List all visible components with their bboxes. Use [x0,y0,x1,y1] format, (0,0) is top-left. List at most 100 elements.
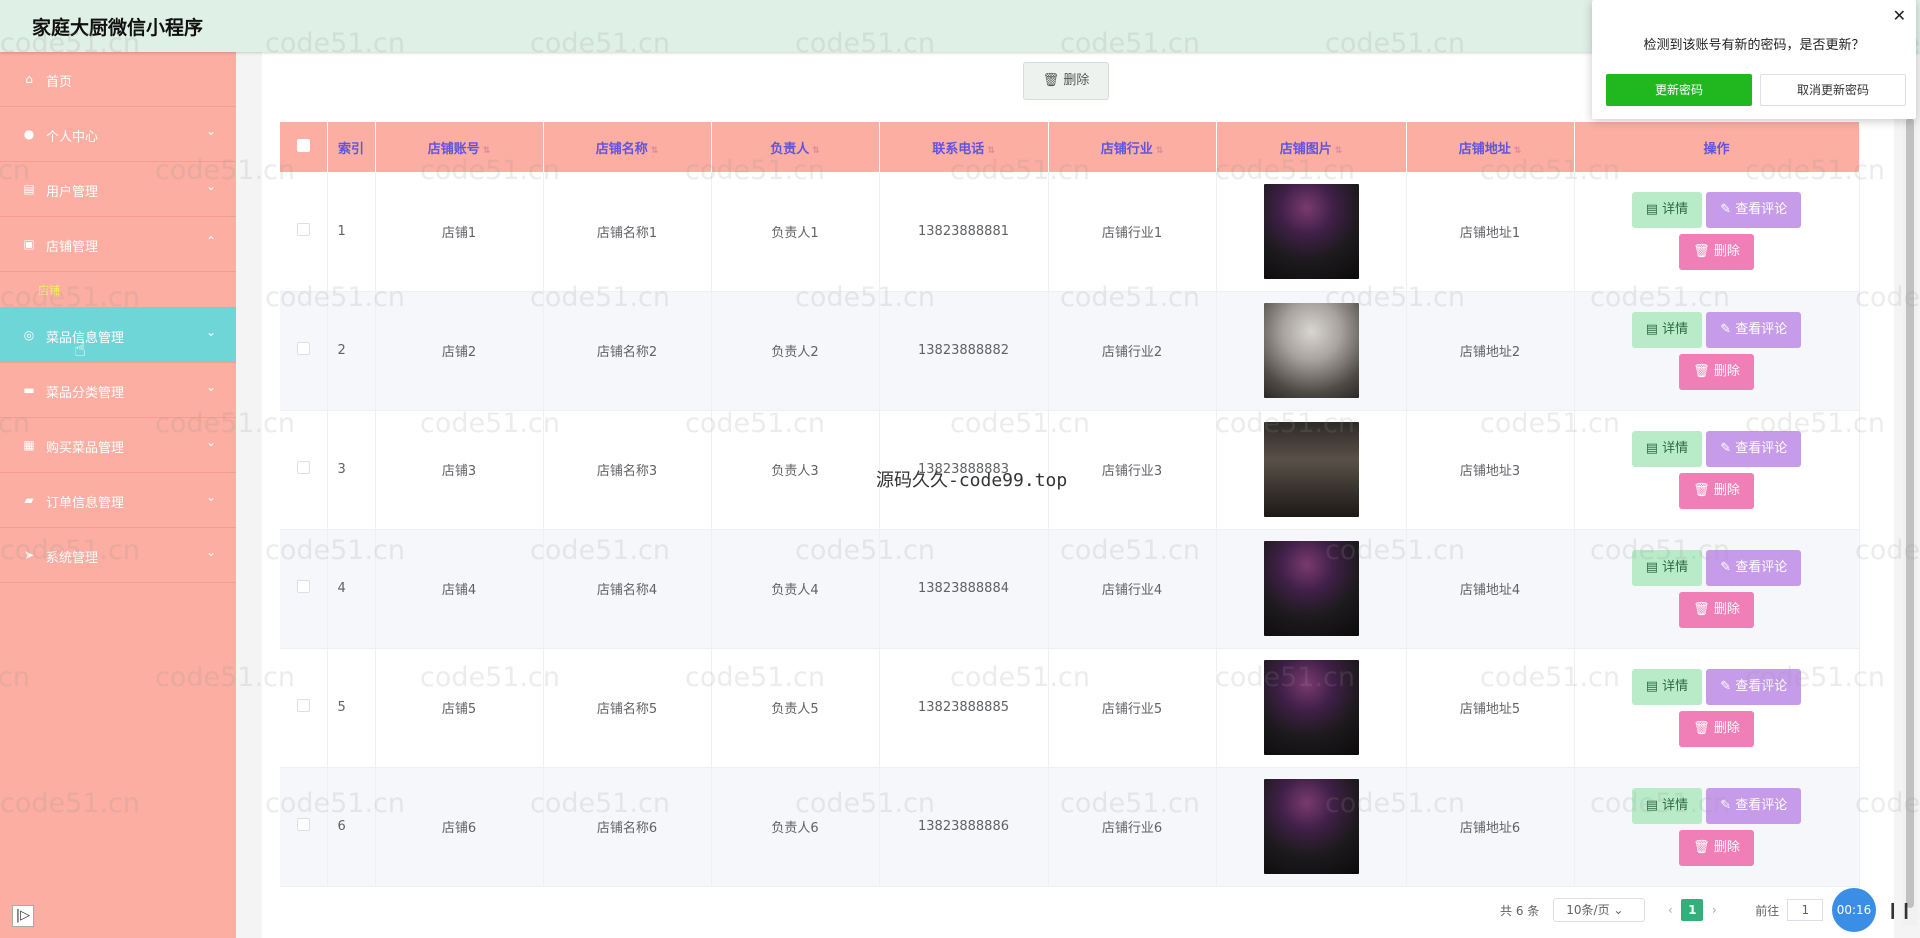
address-cell: 店铺地址6 [1406,767,1575,887]
row-checkbox[interactable] [280,767,328,887]
column-header[interactable]: 联系电话 ⇅ [879,122,1049,172]
store-image[interactable] [1263,422,1359,517]
image-cell [1216,767,1407,887]
store-image[interactable] [1263,660,1359,755]
sidebar-item-dish-info[interactable]: ◎ 菜品信息管理 ⌄ [0,308,236,363]
delete-button[interactable]: 🗑 删除 [1679,353,1754,390]
sidebar-item-dish-category[interactable]: ▬ 菜品分类管理 ⌄ [0,363,236,418]
industry-cell: 店铺行业1 [1048,172,1217,292]
view-review-button[interactable]: ✎ 查看评论 [1706,192,1802,229]
actions-cell: ▤ 详情 ✎ 查看评论 🗑 删除 [1574,648,1860,768]
sidebar-item-label: 系统管理 [46,551,99,566]
column-header[interactable]: 店铺账号 ⇅ [375,122,544,172]
column-header[interactable]: 店铺地址 ⇅ [1406,122,1575,172]
close-icon[interactable]: ✕ [1893,6,1906,25]
detail-button[interactable]: ▤ 详情 [1631,192,1703,229]
address-cell: 店铺地址2 [1406,291,1575,411]
sidebar-item-store-management[interactable]: ▣ 店铺管理 ⌃ [0,217,236,272]
page-size-select[interactable]: 10条/页 ⌄ [1553,898,1646,922]
vertical-scrollbar[interactable] [1903,118,1917,926]
phone-cell: 13823888882 [879,291,1049,411]
name-cell: 店铺名称6 [543,767,712,887]
delete-button[interactable]: 🗑 删除 [1679,710,1754,747]
manager-cell: 负责人2 [711,291,880,411]
detail-button[interactable]: ▤ 详情 [1631,668,1703,705]
address-cell: 店铺地址3 [1406,410,1575,530]
prev-page-button[interactable]: ‹ [1659,899,1681,921]
account-cell: 店铺5 [375,648,544,768]
page-number-button[interactable]: 1 [1681,899,1704,921]
select-all-checkbox[interactable] [280,122,328,172]
home-icon: ⌂ [25,72,33,86]
detail-button[interactable]: ▤ 详情 [1631,787,1703,824]
store-image[interactable] [1263,779,1359,874]
detail-button[interactable]: ▤ 详情 [1631,549,1703,586]
delete-button[interactable]: 🗑 删除 [1679,829,1754,866]
image-cell [1216,172,1407,292]
row-checkbox[interactable] [280,291,328,411]
view-review-button[interactable]: ✎ 查看评论 [1706,787,1802,824]
sort-icon: ⇅ [1334,145,1343,156]
user-icon: ● [23,127,35,141]
next-page-button[interactable]: › [1703,899,1725,921]
sidebar-item-personal-center[interactable]: ● 个人中心 ⌄ [0,107,236,162]
image-cell [1216,529,1407,649]
detail-button[interactable]: ▤ 详情 [1631,311,1703,348]
store-image[interactable] [1263,183,1359,279]
row-checkbox[interactable] [280,529,328,649]
delete-button[interactable]: 🗑 删除 [1679,472,1754,509]
sidebar-item-label: 订单信息管理 [46,496,125,511]
cancel-update-password-button[interactable]: 取消更新密码 [1760,74,1906,106]
batch-delete-button[interactable]: 🗑 删除 [1023,62,1109,100]
pagination: 共 6 条 10条/页 ⌄ ‹ 1 › 前往 1 [1500,898,1824,922]
table-header-row: 索引 店铺账号 ⇅ 店铺名称 ⇅ 负责人 ⇅ 联系电话 ⇅ 店铺行业 ⇅ 店铺图片 ⇅ 店铺… [280,122,1860,172]
table-row: 6 店铺6 店铺名称6 负责人6 13823888886 店铺行业6 店铺地址6 ▤ 详情 ✎ … [280,767,1860,887]
recording-timer[interactable]: 00:16 [1832,888,1876,932]
sidebar-item-label: 用户管理 [46,185,99,200]
pause-icon[interactable]: ❙❙ [1886,900,1913,919]
delete-button[interactable]: 🗑 删除 [1679,234,1754,271]
address-cell: 店铺地址4 [1406,529,1575,649]
sidebar-item-system[interactable]: ➤ 系统管理 ⌄ [0,528,236,583]
row-checkbox[interactable] [280,410,328,530]
view-review-button[interactable]: ✎ 查看评论 [1706,668,1802,705]
sidebar-item-label: 首页 [46,75,73,90]
update-password-button[interactable]: 更新密码 [1606,74,1752,106]
account-cell: 店铺2 [375,291,544,411]
account-cell: 店铺3 [375,410,544,530]
store-image[interactable] [1263,303,1359,398]
collapse-sidebar-button[interactable]: |▷ [12,905,34,927]
store-image[interactable] [1263,541,1359,636]
batch-delete-label: 删除 [1063,73,1090,88]
sidebar-item-user-management[interactable]: ▤ 用户管理 ⌄ [0,162,236,217]
sidebar-item-purchase-dish[interactable]: ▦ 购买菜品管理 ⌄ [0,418,236,473]
scrollbar-thumb[interactable] [1906,118,1914,908]
phone-cell: 13823888881 [879,172,1049,292]
delete-button[interactable]: 🗑 删除 [1679,591,1754,628]
chevron-up-icon: ⌃ [205,234,216,248]
sidebar-subitem-label: 店铺 [38,284,60,297]
name-cell: 店铺名称5 [543,648,712,768]
table-row: 2 店铺2 店铺名称2 负责人2 13823888882 店铺行业2 店铺地址2 ▤ 详情 ✎ … [280,291,1860,411]
manager-cell: 负责人3 [711,410,880,530]
total-count: 共 6 条 [1500,903,1540,918]
sidebar-item-home[interactable]: ⌂ 首页 [0,52,236,107]
row-checkbox[interactable] [280,648,328,768]
phone-cell: 13823888886 [879,767,1049,887]
view-review-button[interactable]: ✎ 查看评论 [1706,549,1802,586]
sidebar-subitem-store[interactable]: 店铺 [0,272,236,308]
row-checkbox[interactable] [280,172,328,292]
detail-button[interactable]: ▤ 详情 [1631,430,1703,467]
column-header[interactable]: 店铺图片 ⇅ [1216,122,1407,172]
chevron-down-icon: ⌄ [205,490,216,504]
sidebar-item-order-info[interactable]: ▰ 订单信息管理 ⌄ [0,473,236,528]
column-header[interactable]: 店铺行业 ⇅ [1048,122,1217,172]
table-row: 4 店铺4 店铺名称4 负责人4 13823888884 店铺行业4 店铺地址4 ▤ 详情 ✎ … [280,529,1860,649]
actions-cell: ▤ 详情 ✎ 查看评论 🗑 删除 [1574,172,1860,292]
goto-page-input[interactable]: 1 [1787,899,1824,921]
view-review-button[interactable]: ✎ 查看评论 [1706,430,1802,467]
users-icon: ▤ [23,182,35,196]
column-header[interactable]: 负责人 ⇅ [711,122,880,172]
view-review-button[interactable]: ✎ 查看评论 [1706,311,1802,348]
column-header[interactable]: 店铺名称 ⇅ [543,122,712,172]
